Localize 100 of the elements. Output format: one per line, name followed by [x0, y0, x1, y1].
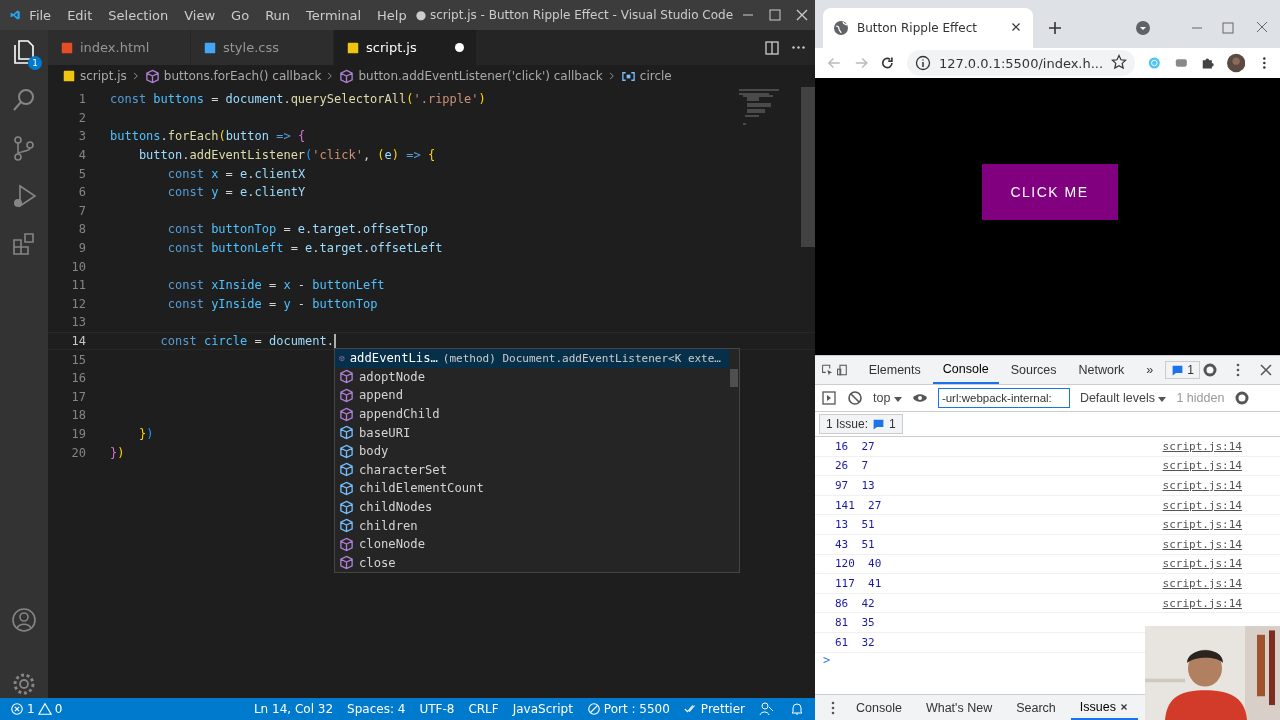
bell-icon — [789, 701, 805, 717]
page-button[interactable]: CLICK ME — [981, 163, 1118, 220]
line-number: 17 — [70, 389, 87, 404]
menu-item[interactable]: File — [22, 7, 59, 23]
html-file-icon — [60, 40, 74, 55]
problems-indicator[interactable]: 1 0 — [10, 702, 63, 716]
editor-tab[interactable]: index.html — [48, 30, 191, 65]
source-link[interactable]: script.js:14 — [1162, 576, 1242, 590]
address-bar[interactable]: 127.0.0.1:5500/index.h... — [906, 50, 1136, 76]
drawer-tab[interactable]: Issues — [1070, 695, 1139, 720]
suggestion-item[interactable]: characterSet — [335, 460, 729, 480]
code-line: }) — [137, 427, 154, 441]
menu-item[interactable]: Terminal — [299, 7, 368, 23]
scrollbar[interactable] — [730, 369, 738, 387]
line-number: 14 — [70, 334, 87, 348]
breadcrumb-item[interactable]: script.js — [80, 69, 127, 83]
line-number: 16 — [70, 371, 87, 386]
source-link[interactable]: script.js:14 — [1162, 596, 1242, 610]
status-item[interactable]: Ln 14, Col 32 — [253, 702, 334, 716]
js-file-icon — [346, 40, 360, 55]
breadcrumb-item[interactable]: button.addEventListener('click') callback — [358, 69, 603, 83]
avatar[interactable] — [1227, 53, 1246, 73]
devtools-tab[interactable]: Elements — [858, 356, 931, 384]
menu-item[interactable]: View — [177, 7, 223, 23]
suggestion-item[interactable]: baseURI — [335, 423, 729, 442]
code-line: const yInside = y - buttonTop — [166, 296, 378, 311]
issues-badge[interactable]: 1 — [1165, 361, 1200, 379]
log-message: 97 13 — [835, 479, 875, 492]
menu-item[interactable]: Go — [224, 7, 257, 23]
formatter-status[interactable]: Prettier — [683, 702, 745, 716]
drawer-tab[interactable]: Search — [1007, 695, 1065, 720]
context-selector[interactable]: top — [873, 391, 902, 405]
suggestion-item[interactable]: close — [335, 553, 729, 573]
message-icon — [872, 417, 886, 431]
source-link[interactable]: script.js:14 — [1162, 439, 1242, 453]
breadcrumb-item[interactable]: circle — [639, 69, 672, 83]
status-item[interactable]: Spaces: 4 — [347, 702, 406, 716]
suggestion-item[interactable]: body — [335, 441, 729, 461]
suggestion-item[interactable]: children — [335, 516, 729, 535]
drawer-tab[interactable]: Console — [847, 695, 911, 720]
browser-tab[interactable]: Button Ripple Effect — [823, 8, 1033, 48]
breadcrumb-item[interactable]: buttons.forEach() callback — [163, 69, 322, 83]
more-tabs-button[interactable]: » — [1136, 356, 1164, 384]
line-number: 19 — [70, 427, 87, 441]
close-icon — [1119, 701, 1130, 712]
status-item[interactable]: UTF-8 — [419, 702, 455, 716]
suggestion-item[interactable]: cloneNode — [335, 534, 729, 554]
source-link[interactable]: script.js:14 — [1162, 537, 1242, 551]
devtools-tab[interactable]: Console — [932, 356, 999, 384]
scrollbar[interactable] — [801, 87, 815, 247]
line-number: 8 — [77, 222, 87, 237]
text-cursor — [334, 333, 336, 349]
menu-item[interactable]: Selection — [101, 7, 176, 23]
source-link[interactable]: script.js:14 — [1162, 518, 1242, 532]
suggestion-item[interactable]: adoptNode — [335, 367, 729, 387]
box-icon — [339, 462, 354, 478]
maximize-icon — [767, 7, 784, 23]
source-link[interactable]: script.js:14 — [1162, 557, 1242, 571]
devtools-tab[interactable]: Network — [1068, 356, 1135, 384]
suggestion-item[interactable]: childNodes — [335, 497, 729, 517]
split-editor-icon — [764, 39, 780, 56]
status-item[interactable]: CRLF — [468, 702, 499, 716]
code-line: const x = e.clientX — [166, 166, 306, 181]
suggestion-item[interactable]: append — [335, 386, 729, 405]
drawer-tab[interactable]: What's New — [916, 695, 1002, 720]
css-file-icon — [203, 40, 217, 55]
source-link[interactable]: script.js:14 — [1162, 459, 1242, 473]
source-link[interactable]: script.js:14 — [1162, 479, 1242, 492]
source-link[interactable]: script.js:14 — [1162, 498, 1242, 512]
status-item[interactable]: JavaScript — [512, 702, 573, 716]
code-line: const y = e.clientY — [166, 185, 306, 200]
log-message: 86 42 — [835, 596, 875, 610]
blocked-icon — [586, 702, 601, 716]
issues-button[interactable]: 1 Issue: 1 — [819, 414, 903, 434]
suggestion-item[interactable]: appendChild — [335, 404, 729, 424]
account-icon — [10, 606, 38, 634]
port-status[interactable]: Port : 5500 — [586, 702, 670, 716]
unsaved-dot — [455, 43, 464, 52]
suggestion-item[interactable]: addEventLis… (method) Document.addEventListener<K exte… — [335, 349, 729, 368]
log-message: 13 51 — [835, 518, 875, 532]
window-title: ● script.js - Button Ripple Effect - Visual Studio Code — [415, 8, 734, 22]
levels-dropdown[interactable]: Default levels — [1079, 391, 1167, 405]
message-icon — [1171, 363, 1185, 377]
box-icon — [339, 480, 354, 496]
devtools-tab[interactable]: Sources — [1000, 356, 1067, 384]
menu-item[interactable]: Help — [370, 7, 414, 23]
log-message: 61 32 — [835, 635, 875, 649]
double-check-icon — [683, 702, 698, 716]
menu-item[interactable]: Edit — [60, 7, 100, 23]
line-number: 2 — [77, 110, 87, 125]
filter-field[interactable]: -url:webpack-internal: — [937, 388, 1070, 408]
suggestion-item[interactable]: childElementCount — [335, 479, 729, 498]
log-message: 81 35 — [835, 616, 875, 630]
log-message: 120 40 — [835, 557, 882, 571]
menu-item[interactable]: Run — [258, 7, 298, 23]
line-number: 18 — [70, 408, 87, 423]
code-line: const buttonTop = e.target.offsetTop — [166, 222, 428, 237]
editor-tab[interactable]: script.js — [334, 30, 477, 65]
editor-tab[interactable]: style.css — [191, 30, 334, 65]
info-icon — [914, 55, 931, 71]
